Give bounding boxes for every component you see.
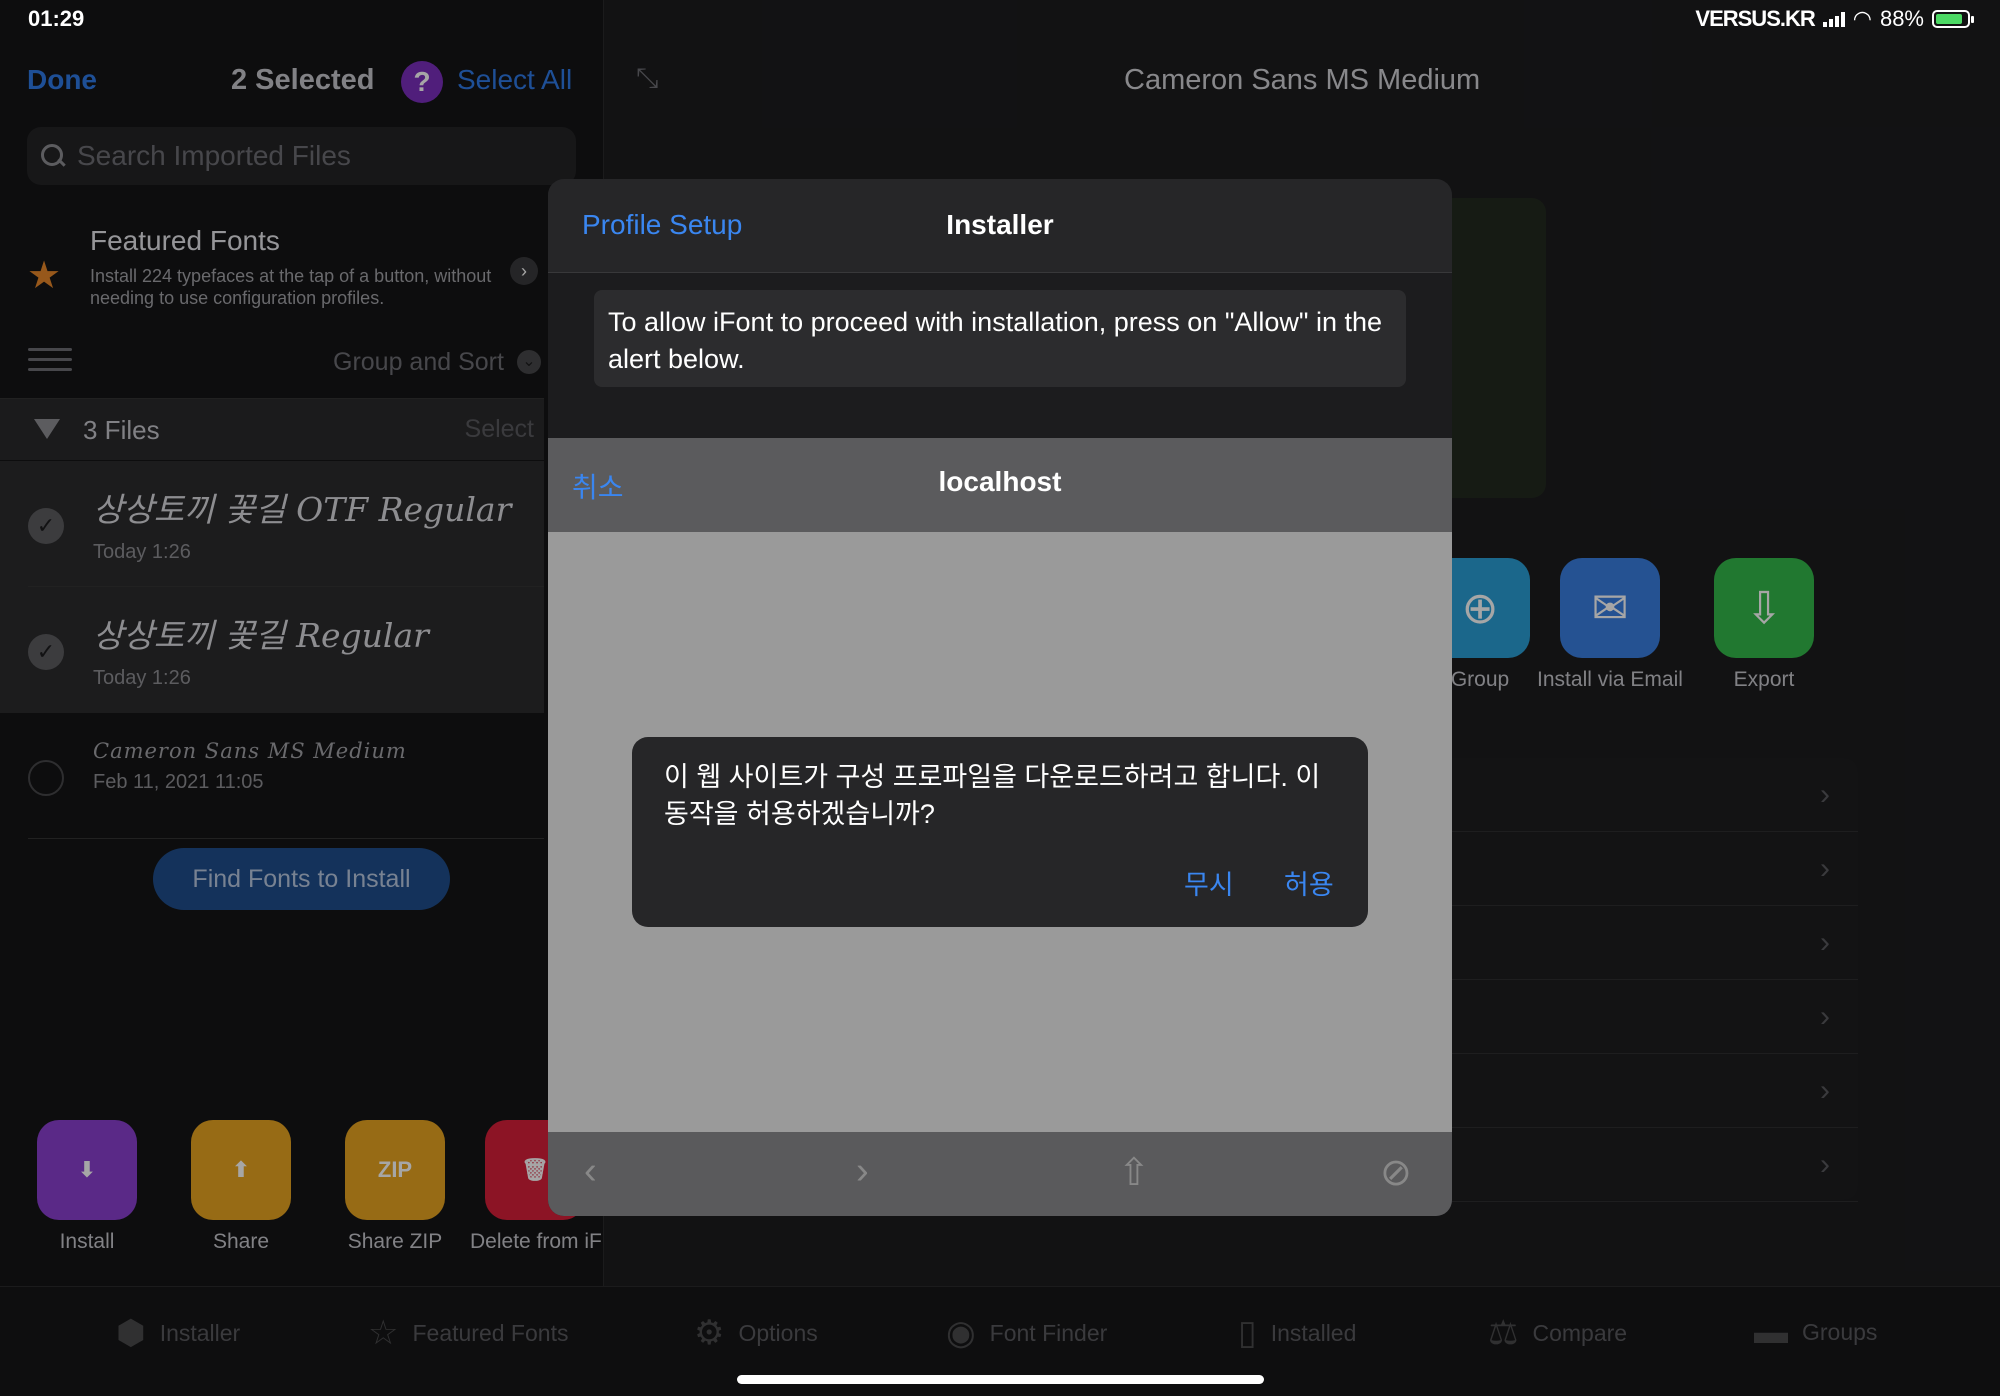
installer-modal: Profile Setup Installer To allow iFont t…	[548, 179, 1452, 1216]
app-screen: Done 2 Selected ? Select All Search Impo…	[0, 0, 2000, 1396]
ignore-button[interactable]: 무시	[1184, 863, 1234, 902]
web-view-nav-bar: localhost 취소	[548, 438, 1452, 532]
web-host: localhost	[938, 466, 1062, 497]
carrier-label: VERSUS.KR	[1695, 6, 1815, 31]
home-indicator[interactable]	[737, 1375, 1264, 1384]
status-time: 01:29	[28, 6, 85, 31]
battery-percent: 88%	[1879, 6, 1924, 31]
forward-icon[interactable]: ›	[856, 1150, 869, 1193]
share-icon[interactable]: ⇧	[1118, 1150, 1150, 1195]
compass-icon[interactable]: ⊘	[1380, 1150, 1412, 1195]
allow-button[interactable]: 허용	[1284, 863, 1334, 902]
alert-message: 이 웹 사이트가 구성 프로파일을 다운로드하려고 합니다. 이 동작을 허용하…	[664, 762, 1321, 829]
modal-title: Installer	[946, 209, 1054, 240]
wifi-icon: ◠	[1852, 6, 1872, 31]
download-profile-alert: 이 웹 사이트가 구성 프로파일을 다운로드하려고 합니다. 이 동작을 허용하…	[632, 737, 1368, 927]
signal-icon	[1822, 11, 1845, 27]
web-view-toolbar: ‹ › ⇧ ⊘	[548, 1132, 1452, 1216]
cancel-button[interactable]: 취소	[572, 466, 624, 506]
install-instructions: To allow iFont to proceed with installat…	[594, 290, 1406, 387]
battery-icon	[1932, 10, 1974, 28]
modal-nav-bar: Profile Setup Installer	[548, 179, 1452, 273]
back-icon[interactable]: ‹	[584, 1150, 597, 1193]
status-indicators: VERSUS.KR ◠ 88%	[1695, 6, 1974, 32]
